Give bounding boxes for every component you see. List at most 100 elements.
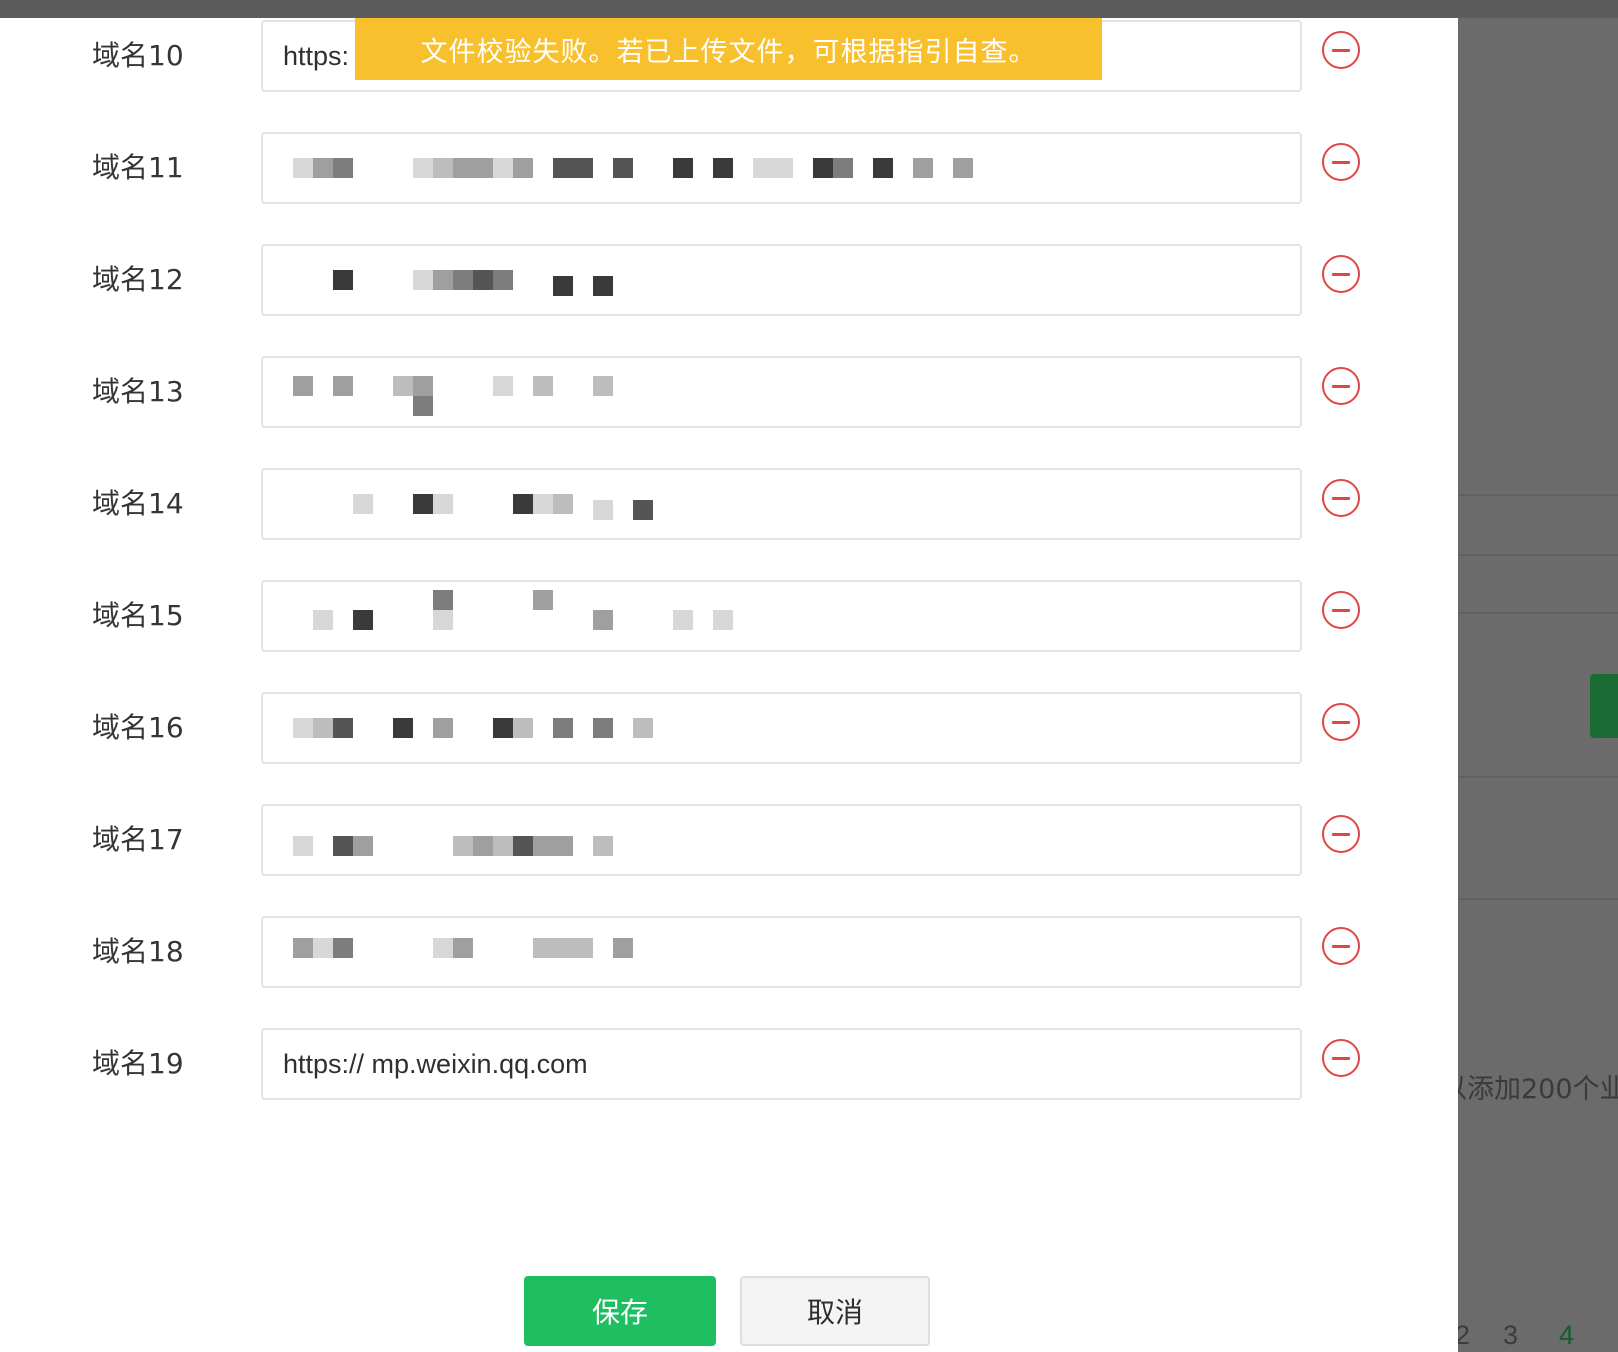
redaction-mosaic <box>263 370 1023 416</box>
mosaic-pixel <box>433 494 453 514</box>
domain-label: 域名16 <box>92 711 184 744</box>
redaction-mosaic <box>263 482 1023 526</box>
mosaic-pixel <box>593 718 613 738</box>
mosaic-pixel <box>353 836 373 856</box>
domain-label: 域名19 <box>92 1047 184 1080</box>
mosaic-pixel <box>593 836 613 856</box>
save-button[interactable]: 保存 <box>524 1276 716 1346</box>
domain-label: 域名11 <box>92 151 184 184</box>
remove-domain-button[interactable] <box>1322 31 1360 69</box>
mosaic-pixel <box>433 610 453 630</box>
mosaic-pixel <box>413 376 433 396</box>
domain-label: 域名14 <box>92 487 184 520</box>
domain-label: 域名18 <box>92 935 184 968</box>
mosaic-pixel <box>553 158 573 178</box>
mosaic-pixel <box>953 158 973 178</box>
remove-domain-button[interactable] <box>1322 479 1360 517</box>
domain-label: 域名10 <box>92 39 184 72</box>
mosaic-pixel <box>293 158 313 178</box>
redaction-mosaic <box>263 930 1023 974</box>
mosaic-pixel <box>333 158 353 178</box>
mosaic-pixel <box>573 158 593 178</box>
mosaic-pixel <box>553 494 573 514</box>
error-toast: 文件校验失败。若已上传文件，可根据指引自查。 <box>355 18 1102 80</box>
mosaic-pixel <box>313 610 333 630</box>
domain-row: 域名12 <box>0 244 1458 316</box>
mosaic-pixel <box>553 276 573 296</box>
mosaic-pixel <box>433 938 453 958</box>
minus-icon <box>1332 49 1350 52</box>
remove-domain-button[interactable] <box>1322 255 1360 293</box>
domain-row: 域名17 <box>0 804 1458 876</box>
mosaic-pixel <box>493 270 513 290</box>
mosaic-pixel <box>393 718 413 738</box>
mosaic-pixel <box>593 610 613 630</box>
mosaic-pixel <box>433 718 453 738</box>
mosaic-pixel <box>573 938 593 958</box>
domain-input-box <box>261 468 1302 540</box>
mosaic-pixel <box>493 718 513 738</box>
mosaic-pixel <box>453 938 473 958</box>
mosaic-pixel <box>533 376 553 396</box>
domain-input-box <box>261 804 1302 876</box>
mosaic-pixel <box>613 158 633 178</box>
mosaic-pixel <box>593 500 613 520</box>
mosaic-pixel <box>473 836 493 856</box>
mosaic-pixel <box>393 376 413 396</box>
minus-icon <box>1332 721 1350 724</box>
background-divider <box>1458 898 1618 900</box>
mosaic-pixel <box>353 494 373 514</box>
background-divider <box>1458 776 1618 778</box>
domain-row: 域名14 <box>0 468 1458 540</box>
mosaic-pixel <box>533 590 553 610</box>
remove-domain-button[interactable] <box>1322 143 1360 181</box>
minus-icon <box>1332 1057 1350 1060</box>
mosaic-pixel <box>313 718 333 738</box>
domain-input[interactable] <box>263 1030 1300 1098</box>
mosaic-pixel <box>713 610 733 630</box>
domain-label: 域名15 <box>92 599 184 632</box>
mosaic-pixel <box>413 270 433 290</box>
remove-domain-button[interactable] <box>1322 703 1360 741</box>
redaction-mosaic <box>263 706 1023 750</box>
domain-row: 域名19 <box>0 1028 1458 1100</box>
background-note: 以添加200个业 <box>1440 1074 1618 1105</box>
domain-row: 域名15 <box>0 580 1458 652</box>
mosaic-pixel <box>473 270 493 290</box>
mosaic-pixel <box>913 158 933 178</box>
error-toast-text: 文件校验失败。若已上传文件，可根据指引自查。 <box>420 36 1037 68</box>
domain-settings-dialog: 域名10 域名11 域名12 域名13 域名14 域名15 域名16 域名17 域名18 域名19… <box>0 18 1458 1352</box>
mosaic-pixel <box>493 836 513 856</box>
remove-domain-button[interactable] <box>1322 591 1360 629</box>
mosaic-pixel <box>433 590 453 610</box>
mosaic-pixel <box>293 718 313 738</box>
mosaic-pixel <box>613 938 633 958</box>
mosaic-pixel <box>413 396 433 416</box>
domain-input-box <box>261 356 1302 428</box>
mosaic-pixel <box>513 718 533 738</box>
background-divider <box>1458 494 1618 496</box>
remove-domain-button[interactable] <box>1322 815 1360 853</box>
remove-domain-button[interactable] <box>1322 927 1360 965</box>
remove-domain-button[interactable] <box>1322 367 1360 405</box>
background-divider <box>1458 554 1618 556</box>
minus-icon <box>1332 945 1350 948</box>
mosaic-pixel <box>453 270 473 290</box>
mosaic-pixel <box>633 718 653 738</box>
mosaic-pixel <box>333 376 353 396</box>
mosaic-pixel <box>593 276 613 296</box>
mosaic-pixel <box>813 158 833 178</box>
cancel-button[interactable]: 取消 <box>740 1276 930 1346</box>
mosaic-pixel <box>313 158 333 178</box>
minus-icon <box>1332 161 1350 164</box>
background-green-button <box>1590 674 1618 738</box>
mosaic-pixel <box>493 158 513 178</box>
domain-input-box <box>261 916 1302 988</box>
mosaic-pixel <box>533 938 553 958</box>
redaction-mosaic <box>263 146 1023 190</box>
remove-domain-button[interactable] <box>1322 1039 1360 1077</box>
mosaic-pixel <box>453 836 473 856</box>
mosaic-pixel <box>293 938 313 958</box>
minus-icon <box>1332 385 1350 388</box>
minus-icon <box>1332 833 1350 836</box>
